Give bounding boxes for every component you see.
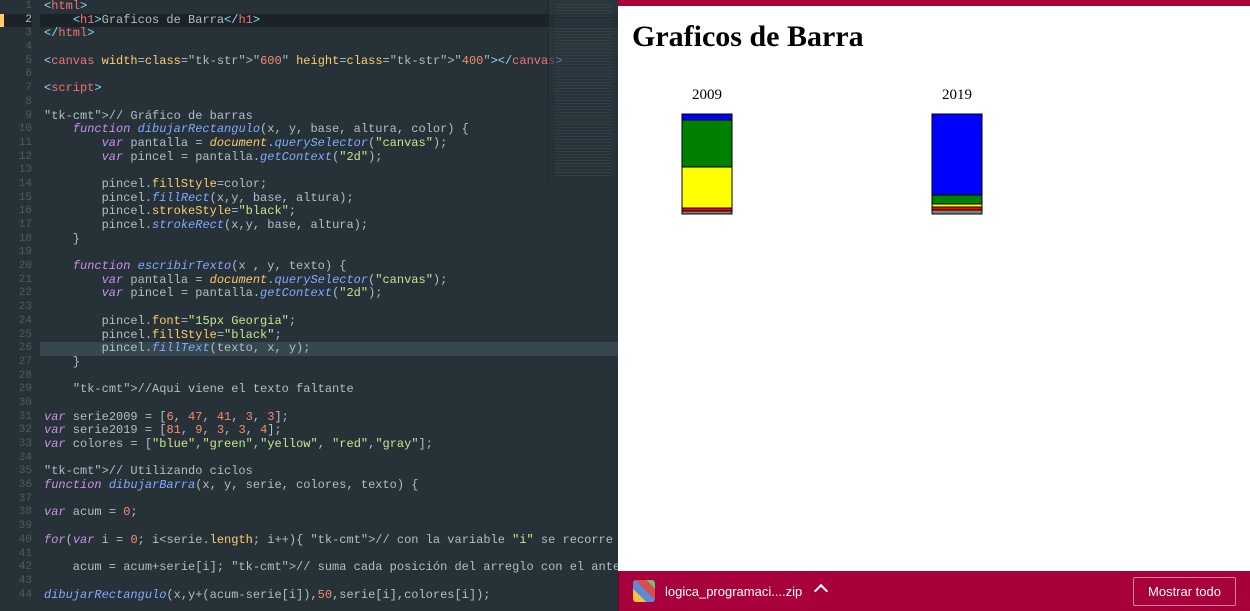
code-line[interactable]: var colores = ["blue","green","yellow", …: [40, 438, 618, 452]
browser-preview: Graficos de Barra 2009 2019 logica_progra…: [618, 0, 1250, 611]
code-line[interactable]: [40, 96, 618, 110]
code-editor[interactable]: 1234567891011121314151617181920212223242…: [0, 0, 618, 611]
minimap[interactable]: [548, 0, 618, 180]
code-line[interactable]: [40, 164, 618, 178]
code-line[interactable]: [40, 246, 618, 260]
code-line[interactable]: [40, 370, 618, 384]
code-line[interactable]: pincel.fillText(texto, x, y);: [40, 342, 618, 356]
code-line[interactable]: var acum = 0;: [40, 506, 618, 520]
code-line[interactable]: <html>: [40, 0, 618, 14]
code-line[interactable]: <h1>Graficos de Barra</h1>: [40, 14, 618, 28]
code-line[interactable]: pincel.fillStyle=color;: [40, 178, 618, 192]
show-all-label: Mostrar todo: [1148, 584, 1221, 599]
code-line[interactable]: [40, 68, 618, 82]
code-line[interactable]: function dibujarBarra(x, y, serie, color…: [40, 479, 618, 493]
code-line[interactable]: pincel.strokeRect(x,y, base, altura);: [40, 219, 618, 233]
bar-segment: [932, 195, 982, 204]
code-line[interactable]: "tk-cmt">// Gráfico de barras: [40, 110, 618, 124]
code-line[interactable]: "tk-cmt">//Aqui viene el texto faltante: [40, 383, 618, 397]
code-line[interactable]: var serie2009 = [6, 47, 41, 3, 3];: [40, 411, 618, 425]
code-line[interactable]: [40, 548, 618, 562]
code-line[interactable]: var pantalla = document.querySelector("c…: [40, 274, 618, 288]
code-line[interactable]: function escribirTexto(x , y, texto) {: [40, 260, 618, 274]
download-item[interactable]: logica_programaci....zip: [619, 571, 840, 611]
show-all-button[interactable]: Mostrar todo: [1133, 577, 1236, 606]
code-line[interactable]: var pincel = pantalla.getContext("2d");: [40, 151, 618, 165]
bar-segment: [682, 211, 732, 214]
code-line[interactable]: pincel.strokeStyle="black";: [40, 205, 618, 219]
code-line[interactable]: pincel.font="15px Georgia";: [40, 315, 618, 329]
code-line[interactable]: "tk-cmt">// Utilizando ciclos: [40, 465, 618, 479]
code-line[interactable]: <canvas width=class="tk-str">"600" heigh…: [40, 55, 618, 69]
code-line[interactable]: [40, 452, 618, 466]
code-line[interactable]: [40, 520, 618, 534]
code-line[interactable]: }: [40, 356, 618, 370]
page-title: Graficos de Barra: [632, 20, 1250, 54]
code-line[interactable]: <script>: [40, 82, 618, 96]
chevron-up-icon: [814, 584, 828, 598]
code-line[interactable]: var pincel = pantalla.getContext("2d");: [40, 287, 618, 301]
code-line[interactable]: [40, 301, 618, 315]
code-line[interactable]: }: [40, 233, 618, 247]
edit-marker: [0, 14, 4, 28]
download-file-label: logica_programaci....zip: [665, 584, 802, 599]
zip-icon: [633, 580, 655, 602]
bar-segment: [682, 114, 732, 120]
code-line[interactable]: var pantalla = document.querySelector("c…: [40, 137, 618, 151]
line-number-gutter: 1234567891011121314151617181920212223242…: [0, 0, 40, 611]
code-line[interactable]: pincel.fillRect(x,y, base, altura);: [40, 192, 618, 206]
code-line[interactable]: [40, 41, 618, 55]
svg-text:2019: 2019: [942, 87, 972, 103]
code-line[interactable]: [40, 397, 618, 411]
code-line[interactable]: dibujarRectangulo(x,y+(acum-serie[i]),50…: [40, 589, 618, 603]
bar-segment: [682, 120, 732, 167]
bar-chart-canvas: 2009 2019: [632, 64, 1232, 364]
bar-segment: [932, 114, 982, 195]
code-line[interactable]: acum = acum+serie[i]; "tk-cmt">// suma c…: [40, 561, 618, 575]
bar-segment: [932, 210, 982, 214]
code-area[interactable]: <html> <h1>Graficos de Barra</h1></html>…: [40, 0, 618, 611]
code-line[interactable]: function dibujarRectangulo(x, y, base, a…: [40, 123, 618, 137]
bar-segment: [682, 167, 732, 208]
code-line[interactable]: [40, 493, 618, 507]
download-bar: logica_programaci....zip Mostrar todo: [618, 571, 1250, 611]
svg-text:2009: 2009: [692, 87, 722, 103]
code-line[interactable]: [40, 575, 618, 589]
code-line[interactable]: </html>: [40, 27, 618, 41]
code-line[interactable]: for(var i = 0; i<serie.length; i++){ "tk…: [40, 534, 618, 548]
code-line[interactable]: var serie2019 = [81, 9, 3, 3, 4];: [40, 424, 618, 438]
code-line[interactable]: pincel.fillStyle="black";: [40, 329, 618, 343]
